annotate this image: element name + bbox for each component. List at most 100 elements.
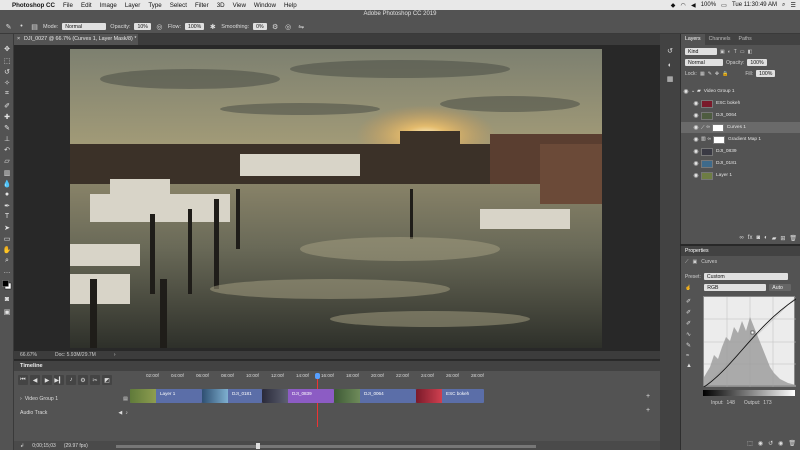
brush-tool-icon[interactable]: ✎ bbox=[4, 22, 13, 31]
pressure-size-icon[interactable]: ◎ bbox=[284, 22, 293, 31]
tab-layers[interactable]: Layers bbox=[681, 34, 705, 45]
menu-image[interactable]: Image bbox=[100, 2, 117, 9]
filter-pixel-icon[interactable]: ▣ bbox=[720, 49, 725, 55]
pencil-icon[interactable]: ✎ bbox=[686, 342, 692, 349]
audio-icon[interactable]: ♪ bbox=[66, 375, 76, 385]
menu-help[interactable]: Help bbox=[284, 2, 297, 9]
brush-preset-icon[interactable]: • bbox=[17, 22, 26, 31]
render-video-icon[interactable]: ↲ bbox=[20, 443, 24, 449]
menu-layer[interactable]: Layer bbox=[125, 2, 140, 9]
auto-button[interactable]: Auto bbox=[769, 284, 792, 291]
gradient-tool-icon[interactable]: ▥ bbox=[2, 168, 12, 177]
menu-edit[interactable]: Edit bbox=[81, 2, 92, 9]
output-value[interactable]: 173 bbox=[763, 400, 771, 406]
eyedropper-gray-icon[interactable]: ✐ bbox=[686, 309, 692, 316]
settings-icon[interactable]: ⚙ bbox=[78, 375, 88, 385]
zoom-level[interactable]: 66.67% bbox=[20, 352, 37, 358]
clone-stamp-tool-icon[interactable]: ⊥ bbox=[2, 134, 12, 143]
menu-filter[interactable]: Filter bbox=[195, 2, 209, 9]
eye-icon[interactable]: ◉ bbox=[691, 172, 701, 179]
eye-icon[interactable]: ◉ bbox=[691, 124, 701, 131]
lock-paint-icon[interactable]: ✎ bbox=[708, 71, 712, 77]
layer-row[interactable]: ◉ ▥ ∞ Gradient Map 1 bbox=[681, 134, 800, 145]
eye-icon[interactable]: ◉ bbox=[691, 100, 701, 107]
brush-settings-icon[interactable]: ▤ bbox=[30, 22, 39, 31]
filter-shape-icon[interactable]: ▭ bbox=[740, 49, 745, 55]
curves-graph[interactable] bbox=[703, 296, 797, 388]
menu-3d[interactable]: 3D bbox=[217, 2, 225, 9]
link-icon[interactable]: ∞ bbox=[708, 137, 711, 142]
dodge-tool-icon[interactable]: ● bbox=[2, 190, 12, 199]
adjustments-icon[interactable]: ◐ bbox=[665, 60, 675, 70]
tab-paths[interactable]: Paths bbox=[735, 34, 756, 45]
eye-icon[interactable]: ◉ bbox=[691, 136, 701, 143]
layer-row-selected[interactable]: ◉ ⟋ ∞ Curves 1 bbox=[681, 122, 800, 133]
zoom-slider[interactable] bbox=[115, 442, 536, 449]
speaker-icon[interactable]: ◀ bbox=[118, 410, 122, 416]
eye-icon[interactable]: ◉ bbox=[681, 88, 691, 95]
first-frame-icon[interactable]: ⏮ bbox=[18, 375, 28, 385]
track-video-group[interactable]: › Video Group 1 ▤ bbox=[14, 392, 132, 405]
next-frame-icon[interactable]: ▶▎ bbox=[54, 375, 64, 385]
clip-dji-0064[interactable]: DJI_0064 bbox=[334, 389, 416, 403]
new-adjustment-icon[interactable]: ◐ bbox=[764, 235, 768, 241]
menu-window[interactable]: Window bbox=[254, 2, 276, 9]
clip-esc-bokeh[interactable]: ESC bokeh bbox=[416, 389, 484, 403]
history-brush-tool-icon[interactable]: ↶ bbox=[2, 145, 12, 154]
layer-row[interactable]: ◉ ⌄ ▰ Video Group 1 bbox=[681, 86, 800, 97]
eye-icon[interactable]: ◉ bbox=[691, 160, 701, 167]
trash-icon[interactable]: 🗑 bbox=[789, 235, 797, 242]
mask-icon[interactable]: ▣ bbox=[693, 259, 698, 265]
flow-field[interactable]: 100% bbox=[185, 23, 205, 30]
smoothing-field[interactable]: 0% bbox=[253, 23, 267, 30]
healing-tool-icon[interactable]: ✚ bbox=[2, 112, 12, 121]
fx-icon[interactable]: fx bbox=[748, 235, 753, 241]
split-icon[interactable]: ✂ bbox=[90, 375, 100, 385]
move-tool-icon[interactable]: ✥ bbox=[2, 44, 12, 53]
app-menu[interactable]: Photoshop CC bbox=[12, 2, 55, 9]
lasso-tool-icon[interactable]: ↺ bbox=[2, 67, 12, 76]
tab-channels[interactable]: Channels bbox=[705, 34, 735, 45]
prev-frame-icon[interactable]: ◀ bbox=[30, 375, 40, 385]
wifi-icon[interactable]: ◠ bbox=[681, 2, 686, 9]
doc-size[interactable]: Doc: 5.93M/29.7M bbox=[55, 352, 96, 358]
symmetry-icon[interactable]: ⇋ bbox=[297, 22, 306, 31]
marquee-tool-icon[interactable]: ⬚ bbox=[2, 56, 12, 65]
path-select-tool-icon[interactable]: ➤ bbox=[2, 223, 12, 232]
more-tools-icon[interactable]: … bbox=[2, 267, 12, 276]
layer-mask-thumbnail[interactable] bbox=[712, 135, 725, 144]
eyedropper-black-icon[interactable]: ✐ bbox=[686, 298, 692, 305]
screen-mode-icon[interactable]: ▣ bbox=[2, 307, 12, 316]
clipping-warning-icon[interactable]: ▲ bbox=[686, 363, 692, 369]
film-icon[interactable]: ▤ bbox=[123, 396, 128, 402]
zoom-slider-handle[interactable] bbox=[255, 442, 260, 449]
canvas-area[interactable] bbox=[14, 45, 660, 351]
libraries-icon[interactable]: ▦ bbox=[665, 74, 675, 84]
crop-tool-icon[interactable]: ⌗ bbox=[2, 89, 12, 98]
delete-adjustment-icon[interactable]: 🗑 bbox=[788, 440, 796, 447]
link-layers-icon[interactable]: ∞ bbox=[740, 235, 744, 241]
clip-to-layer-icon[interactable]: ⬚ bbox=[747, 440, 753, 447]
add-media-icon[interactable]: + bbox=[646, 393, 650, 400]
layer-row[interactable]: ◉ Layer 1 bbox=[681, 170, 800, 181]
visibility-icon[interactable]: ◉ bbox=[778, 440, 783, 447]
add-audio-icon[interactable]: + bbox=[646, 407, 650, 414]
battery-icon[interactable]: ▭ bbox=[721, 2, 727, 9]
blend-mode-select[interactable]: Normal bbox=[685, 59, 723, 66]
smoothing-settings-icon[interactable]: ⚙ bbox=[271, 22, 280, 31]
close-icon[interactable]: × bbox=[17, 34, 20, 45]
brush-tool-icon-tb[interactable]: ✎ bbox=[2, 123, 12, 132]
document-canvas-image[interactable] bbox=[70, 49, 602, 348]
preset-select[interactable]: Custom bbox=[703, 273, 788, 280]
curve-point-icon[interactable]: ∿ bbox=[686, 331, 692, 338]
filter-adjustment-icon[interactable]: ◐ bbox=[728, 49, 731, 55]
pressure-opacity-icon[interactable]: ◎ bbox=[155, 22, 164, 31]
lock-position-icon[interactable]: ✥ bbox=[715, 71, 719, 77]
layer-row[interactable]: ◉ DJI_0839 bbox=[681, 146, 800, 157]
timeline-ruler[interactable]: 02:00f 04:00f 06:00f 08:00f 10:00f 12:00… bbox=[132, 371, 484, 381]
quick-select-tool-icon[interactable]: ✧ bbox=[2, 78, 12, 87]
chevron-right-icon[interactable]: › bbox=[20, 396, 22, 402]
eye-icon[interactable]: ◉ bbox=[691, 148, 701, 155]
menu-type[interactable]: Type bbox=[148, 2, 161, 9]
reset-icon[interactable]: ↺ bbox=[768, 440, 773, 447]
